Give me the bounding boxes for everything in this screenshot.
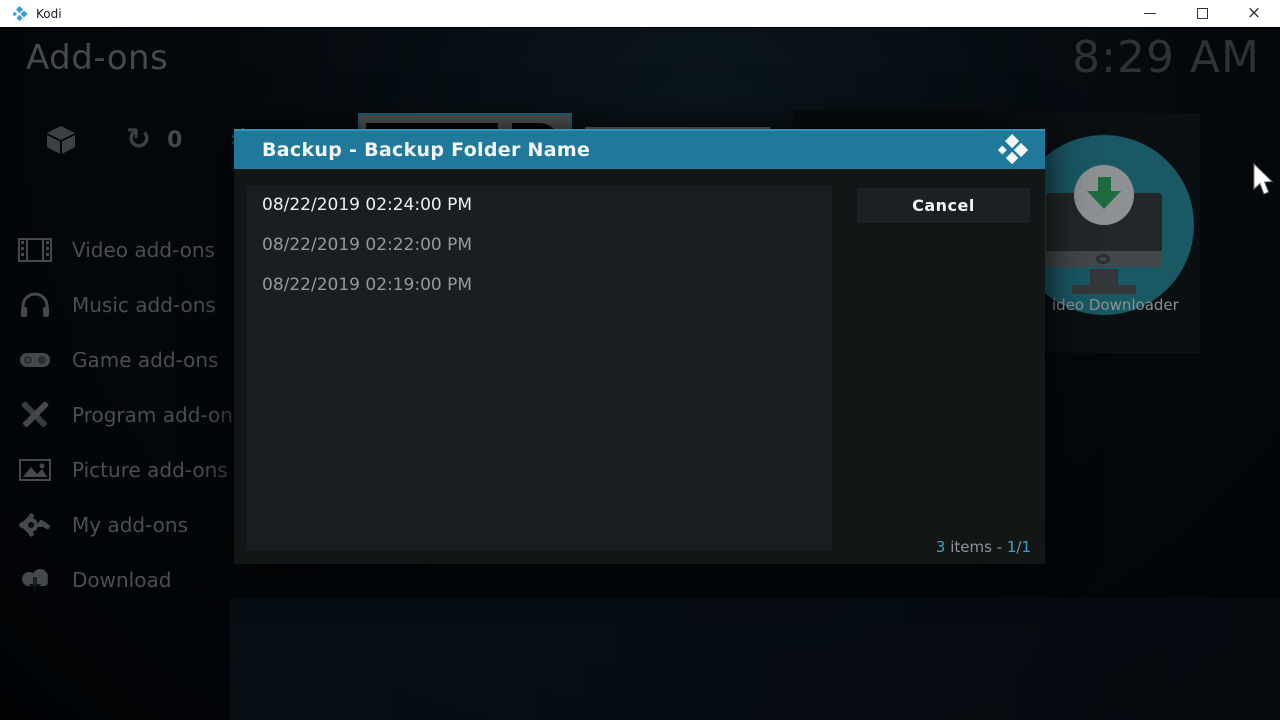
window-controls: ×	[1124, 0, 1280, 27]
monitor-icon	[1096, 254, 1110, 264]
backup-list-item[interactable]: 08/22/2019 02:22:00 PM	[247, 225, 832, 265]
page-total: 1	[1021, 538, 1031, 556]
minimize-button[interactable]	[1124, 0, 1176, 27]
gear-wrench-icon	[18, 510, 52, 540]
sidebar-item-label: Download	[72, 568, 171, 592]
page-title: Add-ons	[26, 38, 168, 78]
monitor-icon	[1090, 269, 1118, 285]
close-icon: ×	[1247, 5, 1261, 22]
backup-list-item[interactable]: 08/22/2019 02:19:00 PM	[247, 265, 832, 305]
cancel-button[interactable]: Cancel	[857, 188, 1030, 223]
sidebar-item-label: Video add-ons	[72, 238, 215, 262]
page-current: 1	[1007, 538, 1017, 556]
item-count: 3	[936, 538, 946, 556]
picture-icon	[18, 455, 52, 485]
window-titlebar: Kodi ×	[0, 0, 1280, 28]
minimize-icon	[1144, 13, 1156, 14]
close-button[interactable]: ×	[1228, 0, 1280, 27]
maximize-icon	[1197, 8, 1208, 19]
headphones-icon	[18, 290, 52, 320]
backup-list-item[interactable]: 08/22/2019 02:24:00 PM	[247, 185, 832, 225]
gamepad-icon	[18, 345, 52, 375]
addon-tile-label: ideo Downloader	[1052, 296, 1179, 314]
dialog-header: Backup - Backup Folder Name	[234, 129, 1045, 169]
background-panel	[230, 598, 1280, 720]
cloud-download-icon	[18, 565, 52, 595]
items-text: items -	[945, 538, 1006, 556]
film-strip-icon	[18, 235, 52, 265]
mouse-cursor	[1252, 163, 1276, 201]
tools-icon	[18, 400, 52, 430]
addons-toolbar: ↻ 0 ⚙	[44, 122, 257, 158]
backup-list: 08/22/2019 02:24:00 PM 08/22/2019 02:22:…	[247, 185, 832, 551]
sidebar-item-label: Game add-ons	[72, 348, 218, 372]
clock: 8:29 AM	[1072, 32, 1260, 83]
sidebar-item-label: Picture add-ons	[72, 458, 228, 482]
addon-package-icon[interactable]	[44, 124, 78, 156]
sidebar-item-label: My add-ons	[72, 513, 188, 537]
download-arrow-icon	[1074, 165, 1134, 225]
update-count: 0	[167, 128, 182, 153]
window-title: Kodi	[36, 7, 62, 21]
monitor-icon	[1072, 285, 1136, 294]
sidebar-item-label: Music add-ons	[72, 293, 216, 317]
sidebar-item-label: Program add-ons	[72, 403, 243, 427]
refresh-icon[interactable]: ↻	[126, 125, 151, 155]
dialog-title: Backup - Backup Folder Name	[262, 139, 590, 161]
items-count-status: 3 items - 1/1	[936, 538, 1031, 556]
backup-dialog: Backup - Backup Folder Name 08/22/2019 0…	[234, 129, 1045, 564]
kodi-logo-icon	[995, 134, 1031, 166]
maximize-button[interactable]	[1176, 0, 1228, 27]
kodi-app-icon	[12, 6, 28, 22]
